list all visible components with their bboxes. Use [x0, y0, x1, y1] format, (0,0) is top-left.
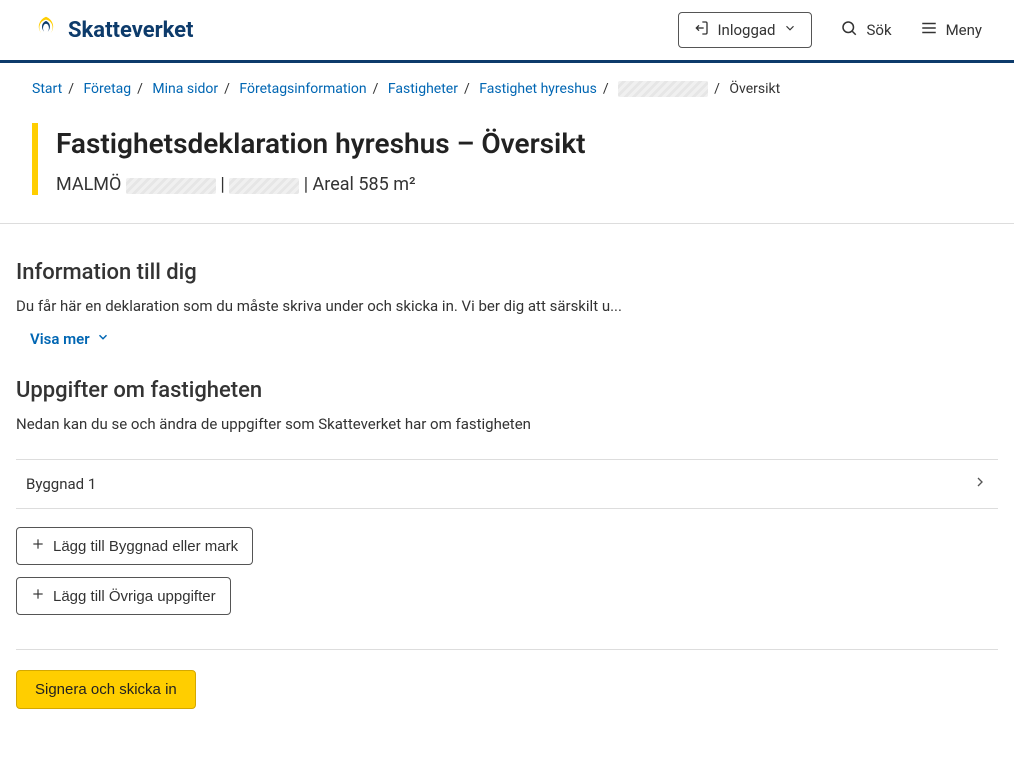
- menu-button[interactable]: Meny: [920, 19, 982, 41]
- breadcrumb-link[interactable]: Företagsinformation: [239, 81, 366, 97]
- info-text: Du får här en deklaration som du måste s…: [16, 297, 998, 315]
- info-heading: Information till dig: [16, 260, 998, 285]
- plus-icon: [31, 537, 45, 555]
- login-dropdown[interactable]: Inloggad: [678, 12, 812, 48]
- chevron-down-icon: [96, 330, 110, 348]
- breadcrumb-link[interactable]: Fastighet hyreshus: [479, 81, 597, 97]
- page-title-block: Fastighetsdeklaration hyreshus – Översik…: [0, 97, 1014, 224]
- page-subtitle: MALMÖ | | Areal 585 m²: [56, 160, 586, 195]
- sign-submit-label: Signera och skicka in: [35, 681, 177, 698]
- list-item-byggnad-1[interactable]: Byggnad 1: [16, 459, 998, 509]
- sign-submit-button[interactable]: Signera och skicka in: [16, 670, 196, 709]
- subtitle-city: MALMÖ: [56, 174, 121, 195]
- subtitle-redacted: [126, 178, 216, 194]
- page-title: Fastighetsdeklaration hyreshus – Översik…: [56, 123, 586, 160]
- plus-icon: [31, 587, 45, 605]
- breadcrumb-link[interactable]: Mina sidor: [152, 81, 218, 97]
- add-other-label: Lägg till Övriga uppgifter: [53, 588, 216, 605]
- add-building-button[interactable]: Lägg till Byggnad eller mark: [16, 527, 253, 565]
- search-icon: [840, 19, 858, 41]
- breadcrumb-link[interactable]: Start: [32, 81, 62, 97]
- divider: [16, 649, 998, 650]
- accent-bar: [32, 123, 38, 195]
- menu-icon: [920, 19, 938, 41]
- add-building-label: Lägg till Byggnad eller mark: [53, 538, 238, 555]
- topbar: Skatteverket Inloggad: [0, 0, 1014, 63]
- chevron-right-icon: [972, 474, 988, 494]
- subtitle-area: Areal 585 m²: [313, 174, 416, 195]
- breadcrumb-redacted: [618, 81, 708, 97]
- brand-name: Skatteverket: [68, 18, 194, 43]
- show-more-button[interactable]: Visa mer: [16, 330, 110, 348]
- breadcrumb-link[interactable]: Företag: [83, 81, 131, 97]
- exit-icon: [693, 20, 709, 40]
- menu-label: Meny: [946, 21, 982, 39]
- chevron-down-icon: [783, 21, 797, 39]
- breadcrumb-current: Översikt: [729, 81, 780, 97]
- details-heading: Uppgifter om fastigheten: [16, 378, 998, 403]
- main-content: Information till dig Du får här en dekla…: [0, 224, 1014, 733]
- list-item-label: Byggnad 1: [26, 475, 96, 493]
- breadcrumb: Start/ Företag/ Mina sidor/ Företagsinfo…: [0, 63, 1014, 97]
- login-label: Inloggad: [717, 21, 775, 39]
- show-more-label: Visa mer: [30, 330, 90, 348]
- subtitle-redacted: [229, 178, 299, 194]
- search-label: Sök: [866, 21, 891, 39]
- details-text: Nedan kan du se och ändra de uppgifter s…: [16, 415, 998, 433]
- search-button[interactable]: Sök: [840, 19, 891, 41]
- topbar-right: Inloggad Sök: [678, 12, 982, 48]
- add-other-button[interactable]: Lägg till Övriga uppgifter: [16, 577, 231, 615]
- breadcrumb-link[interactable]: Fastigheter: [388, 81, 458, 97]
- brand-logo-icon: [32, 14, 60, 46]
- brand[interactable]: Skatteverket: [32, 14, 194, 46]
